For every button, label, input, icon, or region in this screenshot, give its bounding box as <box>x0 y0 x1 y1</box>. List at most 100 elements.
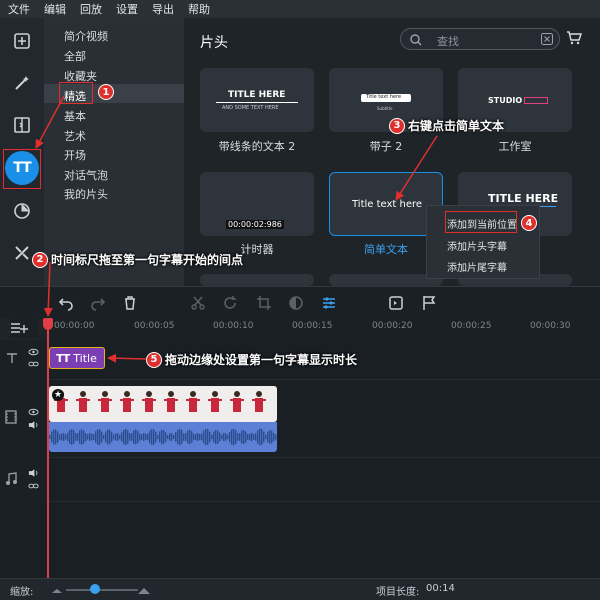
visibility-eye-icon[interactable] <box>28 408 39 416</box>
waveform-bar <box>97 429 99 445</box>
waveform-bar <box>61 433 63 441</box>
zoom-out-icon[interactable] <box>52 587 62 593</box>
search-placeholder: 查找 <box>437 35 459 48</box>
waveform-bar <box>95 431 97 443</box>
thumb-caption: 带子 2 <box>369 140 403 153</box>
waveform-bar <box>247 434 249 440</box>
waveform-bar <box>191 431 193 443</box>
title-thumb-lines-2[interactable]: TITLE HERE AND SOME TEXT HERE <box>200 68 314 132</box>
waveform-bar <box>205 428 207 446</box>
menu-file[interactable]: 文件 <box>8 1 30 17</box>
visibility-eye-icon[interactable] <box>28 348 39 356</box>
category-item[interactable]: 对话气泡 <box>64 167 108 183</box>
export-frame-icon[interactable] <box>388 295 404 311</box>
waveform-bar <box>103 434 105 440</box>
waveform-bar <box>243 429 245 445</box>
category-item[interactable]: 我的片头 <box>64 186 108 202</box>
step-badge: 1 <box>98 84 114 100</box>
menu-playback[interactable]: 回放 <box>80 1 102 17</box>
clear-icon[interactable] <box>541 33 553 45</box>
add-track-button[interactable] <box>10 318 38 338</box>
link-icon[interactable] <box>28 482 39 490</box>
waveform-bar <box>93 434 95 440</box>
playhead-handle[interactable] <box>43 318 53 330</box>
crop-icon[interactable] <box>256 295 272 311</box>
context-item-highlight <box>445 211 517 233</box>
link-icon[interactable] <box>28 360 39 368</box>
marker-flag-icon[interactable] <box>421 295 437 311</box>
zoom-in-icon[interactable] <box>138 586 150 594</box>
color-adjust-icon[interactable] <box>288 295 304 311</box>
menu-settings[interactable]: 设置 <box>116 1 138 17</box>
zoom-slider-handle[interactable] <box>89 584 100 594</box>
waveform-bar <box>67 432 69 442</box>
search-icon <box>410 34 422 46</box>
dancer-head <box>234 391 240 397</box>
cut-icon[interactable] <box>190 295 206 311</box>
waveform-bar <box>179 428 181 446</box>
category-item[interactable]: 全部 <box>64 48 86 64</box>
delete-icon[interactable] <box>122 295 138 311</box>
thumb-preview-text: TITLE HERE <box>488 192 559 205</box>
waveform-bar <box>123 429 125 445</box>
waveform-bar <box>185 433 187 441</box>
magic-wand-icon <box>15 76 29 90</box>
waveform-bar <box>207 429 209 445</box>
redo-icon[interactable] <box>90 295 106 311</box>
transitions-button[interactable] <box>5 108 39 142</box>
category-item[interactable]: 开场 <box>64 147 86 163</box>
waveform-bar <box>105 431 107 443</box>
ruler-tick: 00:00:10 <box>213 321 254 331</box>
step-text: 拖动边缘处设置第一句字幕显示时长 <box>165 353 358 367</box>
waveform-bar <box>257 430 259 444</box>
menu-help[interactable]: 帮助 <box>188 1 210 17</box>
title-thumb-timer[interactable]: 00:00:02:986 <box>200 172 314 236</box>
category-item[interactable]: 简介视频 <box>64 28 108 44</box>
audio-waveform-clip[interactable] <box>49 422 277 452</box>
dancer-head <box>190 391 196 397</box>
store-cart-icon[interactable] <box>566 30 582 46</box>
waveform-bar <box>73 430 75 444</box>
speaker-icon[interactable] <box>28 420 39 430</box>
zoom-slider-track[interactable] <box>66 589 138 591</box>
sticker-icon <box>14 203 30 219</box>
context-item-add-closing[interactable]: 添加片尾字幕 <box>447 259 507 274</box>
menu-export[interactable]: 导出 <box>152 1 174 17</box>
dancer-head <box>80 391 86 397</box>
dancer-head <box>102 391 108 397</box>
category-item[interactable]: 基本 <box>64 108 86 124</box>
thumb-preview-text: STUDIO <box>488 96 523 105</box>
annotation-step-2: 2 时间标尺拖至第一句字幕开始的间点 <box>32 251 243 268</box>
stickers-button[interactable] <box>5 194 39 228</box>
context-item-add-opening[interactable]: 添加片头字幕 <box>447 238 507 253</box>
clip-properties-icon[interactable] <box>321 295 337 311</box>
waveform-bar <box>57 431 59 443</box>
category-item[interactable]: 艺术 <box>64 128 86 144</box>
search-input[interactable]: 查找 <box>400 28 560 50</box>
rotate-icon[interactable] <box>222 295 238 311</box>
waveform-bar <box>265 434 267 440</box>
menu-edit[interactable]: 编辑 <box>44 1 66 17</box>
title-thumb-partial[interactable] <box>200 274 314 286</box>
add-file-button[interactable] <box>5 24 39 58</box>
waveform-bar <box>107 429 109 445</box>
waveform-bar <box>137 430 139 444</box>
undo-icon[interactable] <box>58 295 74 311</box>
waveform-bar <box>141 434 143 440</box>
speaker-icon[interactable] <box>28 468 39 478</box>
waveform-bar <box>153 429 155 445</box>
waveform-bar <box>89 433 91 441</box>
time-ruler[interactable]: 00:00:00 00:00:05 00:00:10 00:00:15 00:0… <box>48 318 600 340</box>
step-text: 右键点击简单文本 <box>408 119 505 133</box>
waveform-bar <box>263 431 265 443</box>
video-clip[interactable]: ★ <box>49 386 277 422</box>
title-clip[interactable]: TT Title <box>49 347 105 369</box>
waveform-bar <box>253 434 255 440</box>
annotation-step-4: 4 <box>521 215 537 231</box>
audio-track[interactable] <box>48 458 600 502</box>
waveform-bar <box>59 434 61 440</box>
annotation-step-1: 1 <box>98 84 114 100</box>
waveform-bar <box>163 430 165 444</box>
filters-button[interactable] <box>5 66 39 100</box>
waveform-bar <box>193 433 195 441</box>
